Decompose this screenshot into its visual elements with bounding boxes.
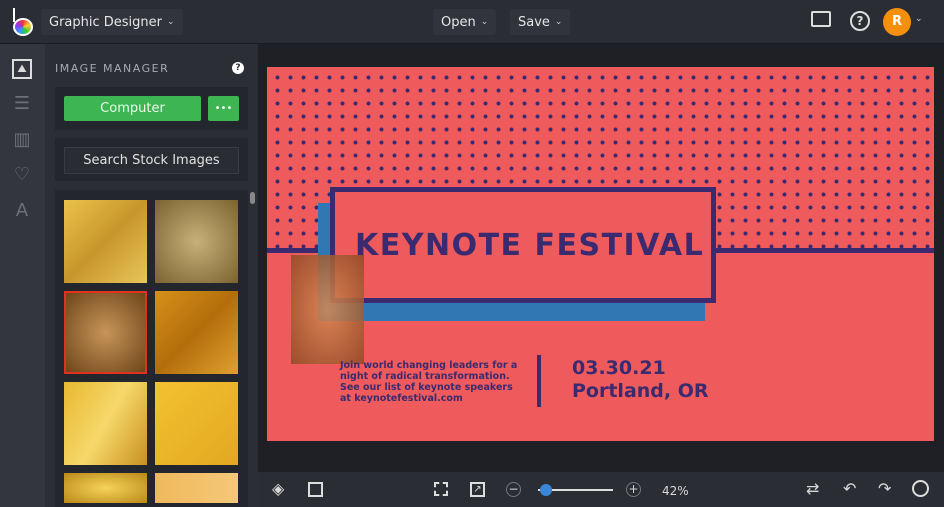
poster-body[interactable]: Join world changing leaders for a night …: [340, 360, 517, 404]
avatar[interactable]: R: [883, 8, 911, 36]
help-icon[interactable]: ?: [850, 11, 870, 31]
avatar-chevron-icon[interactable]: ⌄: [915, 14, 923, 24]
body-line: See our list of keynote speakers: [340, 382, 513, 393]
poster-title[interactable]: KEYNOTE FESTIVAL: [355, 228, 704, 263]
save-button[interactable]: Save ⌄: [510, 9, 571, 35]
event-date: 03.30.21: [572, 357, 666, 379]
help-icon[interactable]: ?: [232, 62, 244, 74]
mode-dropdown[interactable]: Graphic Designer ⌄: [41, 9, 183, 35]
redo-icon[interactable]: ↷: [878, 480, 891, 498]
image-thumbnail[interactable]: [64, 200, 147, 283]
zoom-out-button[interactable]: −: [506, 482, 521, 497]
panel-title: IMAGE MANAGER: [55, 62, 170, 75]
tool-rail: ⛰ ☰ ▥ ♡ A: [0, 44, 45, 507]
fit-to-screen-icon[interactable]: [434, 482, 448, 496]
more-options-button[interactable]: •••: [208, 96, 239, 121]
bottom-toolbar: ◈ ↗ − + 42% ⇄ ↶ ↷: [258, 472, 944, 507]
zoom-slider-handle[interactable]: [539, 484, 552, 496]
layout-columns-icon[interactable]: ▥: [12, 130, 32, 150]
comments-icon[interactable]: [811, 11, 831, 27]
body-line: at keynotefestival.com: [340, 393, 463, 404]
template-layout-icon[interactable]: [308, 482, 323, 497]
open-button[interactable]: Open ⌄: [433, 9, 497, 35]
stock-section: Search Stock Images: [55, 138, 248, 181]
computer-upload-button[interactable]: Computer: [64, 96, 201, 121]
text-icon[interactable]: A: [12, 201, 32, 221]
app-logo[interactable]: [12, 8, 34, 36]
zoom-level: 42%: [662, 484, 689, 498]
design-canvas[interactable]: KEYNOTE FESTIVAL Join world changing lea…: [267, 67, 934, 441]
chevron-down-icon: ⌄: [167, 17, 175, 27]
zoom-in-button[interactable]: +: [626, 482, 641, 497]
upload-section: Computer •••: [55, 87, 248, 130]
history-clock-icon[interactable]: [912, 480, 929, 497]
body-line: Join world changing leaders for a: [340, 360, 518, 371]
undo-icon[interactable]: ↶: [843, 480, 856, 498]
image-thumbnail[interactable]: [155, 200, 238, 283]
zoom-slider[interactable]: [538, 484, 613, 496]
image-manager-panel: IMAGE MANAGER ? Computer ••• Search Stoc…: [45, 44, 258, 507]
event-location: Portland, OR: [572, 380, 709, 402]
chevron-down-icon: ⌄: [554, 17, 563, 27]
image-thumbnail[interactable]: [155, 382, 238, 465]
body-line: night of radical transformation.: [340, 371, 510, 382]
gold-texture-image[interactable]: [291, 255, 364, 364]
search-stock-images-button[interactable]: Search Stock Images: [64, 147, 239, 174]
swap-icon[interactable]: ⇄: [806, 480, 819, 498]
vertical-divider: [537, 355, 541, 407]
image-thumbnail[interactable]: [155, 291, 238, 374]
image-icon[interactable]: ⛰: [12, 59, 32, 79]
scrollbar[interactable]: [250, 192, 255, 204]
image-thumbnail-selected[interactable]: [64, 291, 147, 374]
open-label: Open: [441, 14, 476, 30]
mode-label: Graphic Designer: [49, 14, 162, 30]
expand-icon[interactable]: ↗: [470, 482, 485, 497]
top-bar: Graphic Designer ⌄ Open ⌄ Save ⌄ ? R ⌄: [0, 0, 944, 44]
event-details[interactable]: 03.30.21 Portland, OR: [572, 357, 709, 403]
image-thumbnail[interactable]: [155, 473, 238, 503]
heart-icon[interactable]: ♡: [12, 165, 32, 185]
save-label: Save: [518, 14, 550, 30]
adjust-sliders-icon[interactable]: ☰: [12, 94, 32, 114]
image-thumbnail[interactable]: [64, 473, 147, 503]
image-grid: [55, 190, 248, 507]
image-thumbnail[interactable]: [64, 382, 147, 465]
chevron-down-icon: ⌄: [480, 17, 489, 27]
layers-icon[interactable]: ◈: [272, 480, 284, 498]
